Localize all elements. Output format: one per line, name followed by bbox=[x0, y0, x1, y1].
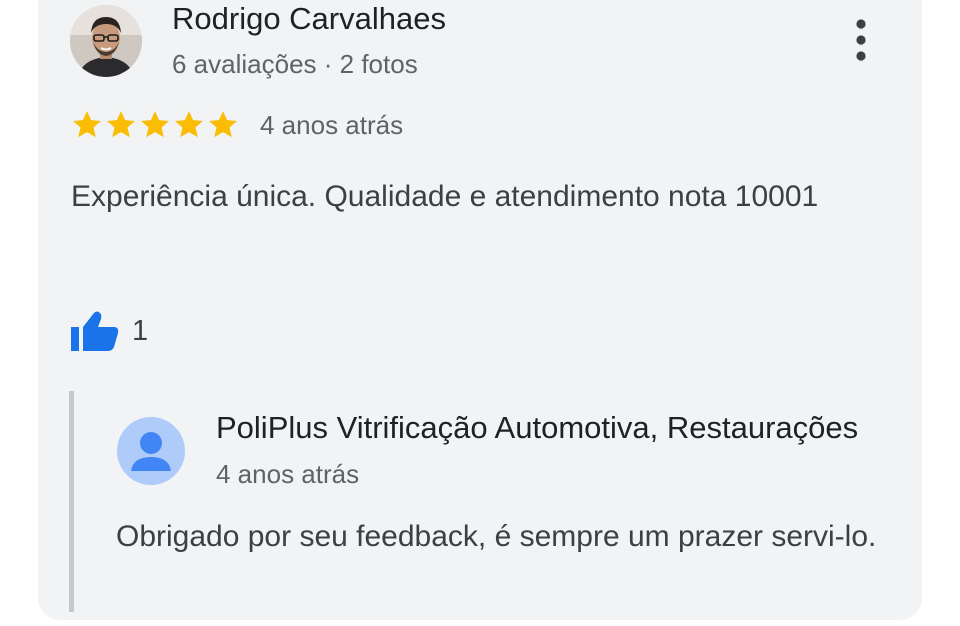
reply-date: 4 anos atrás bbox=[216, 459, 360, 489]
person-icon bbox=[117, 417, 185, 485]
review-date: 4 anos atrás bbox=[260, 110, 404, 140]
like-button[interactable]: 1 bbox=[70, 308, 148, 354]
review-text: Experiência única. Qualidade e atendimen… bbox=[71, 180, 819, 213]
reply-divider bbox=[69, 391, 74, 612]
star-icon bbox=[107, 111, 135, 138]
star-icon bbox=[73, 111, 101, 138]
reviewer-avatar[interactable] bbox=[70, 5, 142, 77]
more-vert-icon bbox=[856, 19, 866, 61]
reviewer-photo bbox=[70, 5, 142, 77]
owner-avatar bbox=[117, 417, 185, 485]
like-count: 1 bbox=[132, 314, 149, 347]
star-rating bbox=[70, 108, 240, 142]
reply-text: Obrigado por seu feedback, é sempre um p… bbox=[116, 520, 877, 553]
thumbs-up-icon bbox=[71, 311, 119, 351]
star-icon bbox=[175, 111, 203, 138]
owner-name: PoliPlus Vitrificação Automotiva, Restau… bbox=[216, 410, 859, 445]
more-options-button[interactable] bbox=[846, 16, 876, 66]
star-icon bbox=[209, 111, 237, 138]
reviewer-stats: 6 avaliações · 2 fotos bbox=[172, 49, 418, 79]
reviewer-name[interactable]: Rodrigo Carvalhaes bbox=[172, 1, 446, 37]
star-icon bbox=[141, 111, 169, 138]
